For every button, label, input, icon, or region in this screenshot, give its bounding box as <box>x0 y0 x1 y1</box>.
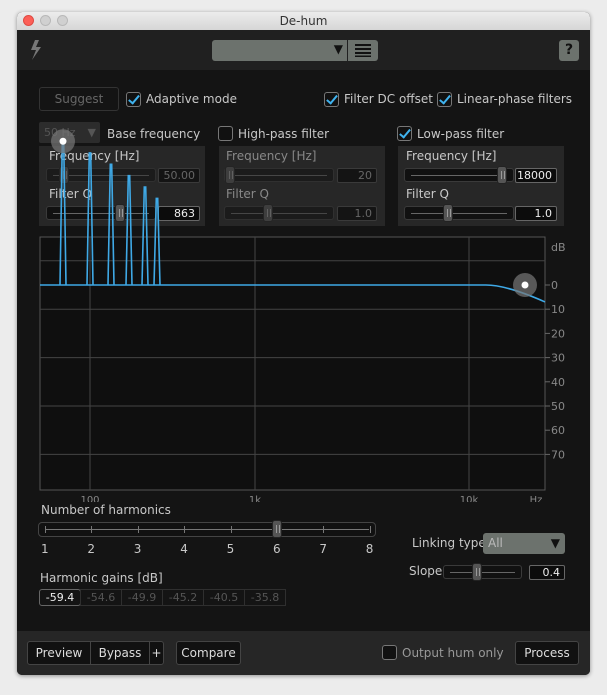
harmonic-tick-mark <box>323 526 325 533</box>
harmonic-tick-label: 6 <box>273 542 281 556</box>
db-tick-label: 60 <box>551 424 565 437</box>
filter-response-graph[interactable]: dB 0 10 20 30 40 50 60 70 100 1k 10k Hz <box>17 12 590 502</box>
linking-type-select[interactable]: All ▼ <box>483 533 565 554</box>
harmonic-gain-field[interactable]: -49.9 <box>121 589 163 606</box>
harmonics-slider[interactable] <box>38 520 376 538</box>
output-hum-only-label: Output hum only <box>402 646 504 660</box>
harmonic-gain-field[interactable]: -35.8 <box>244 589 286 606</box>
compare-button[interactable]: Compare <box>176 641 241 665</box>
harmonic-gain-field[interactable]: -59.4 <box>39 589 81 606</box>
process-button[interactable]: Process <box>515 641 579 665</box>
freq-tick-label: 10k <box>460 495 479 502</box>
harmonic-tick-mark <box>137 526 139 533</box>
bypass-button[interactable]: Bypass <box>90 641 150 665</box>
harmonic-tick-label: 7 <box>319 542 328 556</box>
db-tick-label: 10 <box>551 303 565 316</box>
handle-dot <box>521 281 529 289</box>
harmonic-gain-field[interactable]: -54.6 <box>80 589 122 606</box>
harmonic-tick-label: 1 <box>41 542 49 556</box>
bottom-bar: Preview Bypass + Compare Output hum only… <box>17 631 590 675</box>
dehum-window: De-hum ▼ ? Suggest Adaptive mode Filter … <box>17 12 590 675</box>
db-tick-label: 70 <box>551 448 565 461</box>
harmonic-gains-label: Harmonic gains [dB] <box>40 571 163 585</box>
harmonic-tick-mark <box>45 526 46 533</box>
preview-button[interactable]: Preview <box>27 641 91 665</box>
harmonic-tick-mark <box>230 526 232 533</box>
harmonic-gains-row: -59.4 -54.6 -49.9 -45.2 -40.5 -35.8 <box>39 589 286 606</box>
harmonic-tick-mark <box>184 526 186 533</box>
db-tick-label: 50 <box>551 400 565 413</box>
slope-label: Slope <box>409 564 443 578</box>
handle-dot <box>59 137 67 145</box>
hz-unit-label: Hz <box>530 495 543 502</box>
harmonic-tick-mark <box>369 526 371 533</box>
db-tick-label: 0 <box>551 279 558 292</box>
linking-type-value: All <box>488 536 503 550</box>
harmonic-tick-label: 3 <box>133 542 142 556</box>
db-tick-label: 40 <box>551 376 565 389</box>
db-tick-label: 20 <box>551 327 565 340</box>
harmonic-tick-label: 4 <box>180 542 188 556</box>
harmonic-tick-label: 5 <box>226 542 235 556</box>
db-tick-label: 30 <box>551 352 565 365</box>
linking-type-label: Linking type <box>412 536 486 550</box>
slope-slider[interactable] <box>443 563 522 581</box>
harmonic-gain-field[interactable]: -45.2 <box>162 589 204 606</box>
freq-tick-label: 1k <box>249 495 261 502</box>
db-unit-label: dB <box>551 241 566 254</box>
harmonic-gain-field[interactable]: -40.5 <box>203 589 245 606</box>
bypass-plus-button[interactable]: + <box>149 641 164 665</box>
chevron-down-icon: ▼ <box>550 536 560 550</box>
freq-tick-label: 100 <box>80 495 99 502</box>
harmonic-tick-mark <box>91 526 93 533</box>
harmonic-tick-label: 2 <box>87 542 96 556</box>
harmonic-tick-label: 8 <box>365 542 374 556</box>
harmonics-label: Number of harmonics <box>41 503 171 517</box>
output-hum-only-checkbox[interactable] <box>382 645 397 660</box>
slope-input[interactable]: 0.4 <box>529 565 565 580</box>
